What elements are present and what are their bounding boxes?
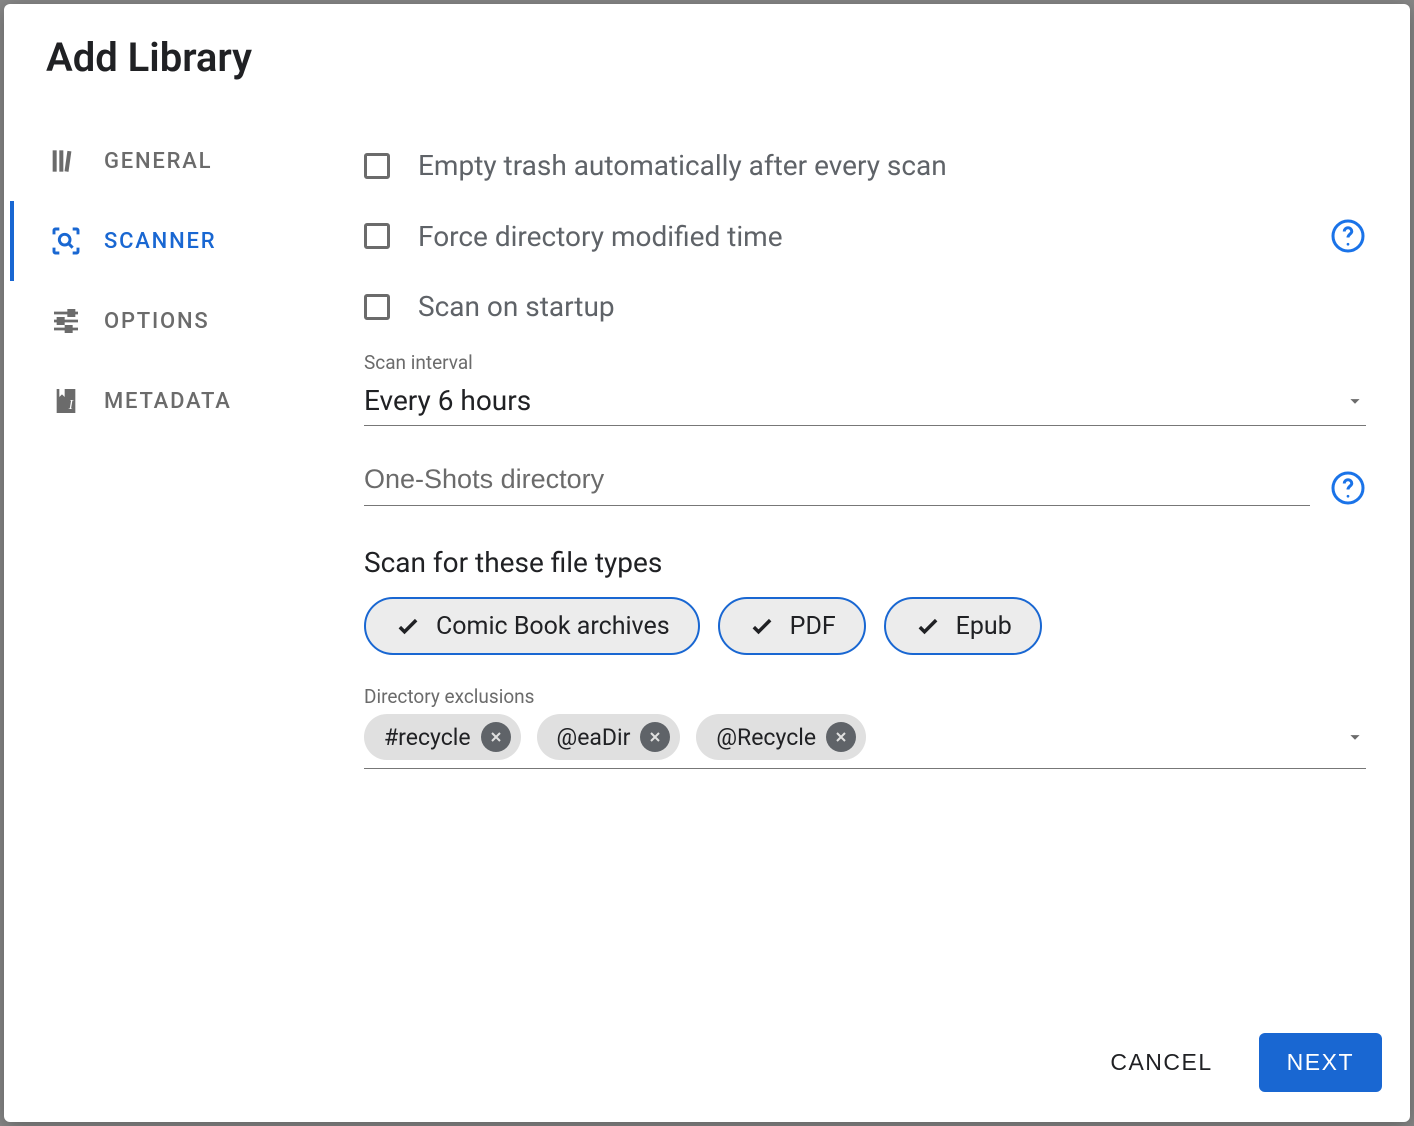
file-type-chip-comic-book-archives[interactable]: Comic Book archives — [364, 597, 700, 655]
tune-icon — [50, 305, 82, 337]
tab-label: GENERAL — [104, 149, 212, 174]
check-icon — [394, 612, 422, 640]
scanner-panel: Empty trash automatically after every sc… — [320, 91, 1410, 1009]
remove-tag-button[interactable] — [481, 722, 511, 752]
tab-scanner[interactable]: SCANNER — [10, 201, 320, 281]
scanner-icon — [50, 225, 82, 257]
scan-interval-select[interactable]: Every 6 hours — [364, 378, 1366, 426]
select-value: Every 6 hours — [364, 384, 531, 417]
checkbox-force-dir-mtime[interactable] — [364, 223, 390, 249]
checkbox-empty-trash[interactable] — [364, 153, 390, 179]
next-button[interactable]: NEXT — [1259, 1033, 1382, 1092]
tab-metadata[interactable]: i METADATA — [10, 361, 320, 441]
option-scan-on-startup: Scan on startup — [364, 272, 1366, 341]
close-icon — [647, 729, 663, 745]
exclusion-tag: #recycle — [364, 714, 521, 760]
check-icon — [914, 612, 942, 640]
file-type-chip-epub[interactable]: Epub — [884, 597, 1042, 655]
chip-label: Comic Book archives — [436, 612, 670, 641]
tab-label: METADATA — [104, 389, 232, 414]
chip-label: PDF — [790, 612, 836, 641]
chip-label: Epub — [956, 612, 1012, 641]
option-label: Empty trash automatically after every sc… — [418, 149, 947, 182]
tab-general[interactable]: GENERAL — [10, 121, 320, 201]
dialog-sidebar: GENERAL SCANNER — [10, 91, 320, 1009]
chevron-down-icon[interactable] — [1344, 726, 1366, 748]
option-empty-trash: Empty trash automatically after every sc… — [364, 131, 1366, 200]
exclusion-tag: @eaDir — [537, 714, 681, 760]
dialog-actions: CANCEL NEXT — [4, 1009, 1410, 1122]
exclusion-tags: #recycle @eaDir @Recycle — [364, 714, 1328, 760]
directory-exclusions-field[interactable]: #recycle @eaDir @Recycle — [364, 714, 1366, 769]
svg-text:i: i — [68, 397, 76, 412]
dialog-body: GENERAL SCANNER — [4, 91, 1410, 1009]
option-force-dir-mtime: Force directory modified time — [364, 200, 1366, 272]
option-label: Force directory modified time — [418, 220, 783, 253]
tab-label: SCANNER — [104, 229, 216, 254]
scan-interval-field: Scan interval Every 6 hours — [364, 351, 1366, 426]
remove-tag-button[interactable] — [640, 722, 670, 752]
exclusions-caption: Directory exclusions — [364, 685, 1366, 708]
check-icon — [748, 612, 776, 640]
metadata-icon: i — [50, 385, 82, 417]
help-icon[interactable] — [1330, 470, 1366, 506]
tab-label: OPTIONS — [104, 309, 210, 334]
exclusion-tag: @Recycle — [696, 714, 866, 760]
close-icon — [488, 729, 504, 745]
file-type-chip-pdf[interactable]: PDF — [718, 597, 866, 655]
remove-tag-button[interactable] — [826, 722, 856, 752]
chevron-down-icon — [1344, 390, 1366, 412]
file-types-heading: Scan for these file types — [364, 546, 1366, 579]
library-icon — [50, 145, 82, 177]
cancel-button[interactable]: CANCEL — [1082, 1033, 1240, 1092]
oneshots-directory-input[interactable] — [364, 456, 1310, 506]
close-icon — [833, 729, 849, 745]
add-library-dialog: Add Library GENERAL — [4, 4, 1410, 1122]
file-type-chip-row: Comic Book archives PDF Epub — [364, 597, 1366, 655]
tag-label: #recycle — [384, 724, 471, 751]
oneshots-field-row — [364, 456, 1366, 506]
tag-label: @Recycle — [716, 724, 816, 751]
field-caption: Scan interval — [364, 351, 1366, 374]
option-label: Scan on startup — [418, 290, 615, 323]
dialog-title: Add Library — [4, 4, 1410, 91]
tag-label: @eaDir — [557, 724, 631, 751]
checkbox-scan-on-startup[interactable] — [364, 294, 390, 320]
help-icon[interactable] — [1330, 218, 1366, 254]
tab-options[interactable]: OPTIONS — [10, 281, 320, 361]
